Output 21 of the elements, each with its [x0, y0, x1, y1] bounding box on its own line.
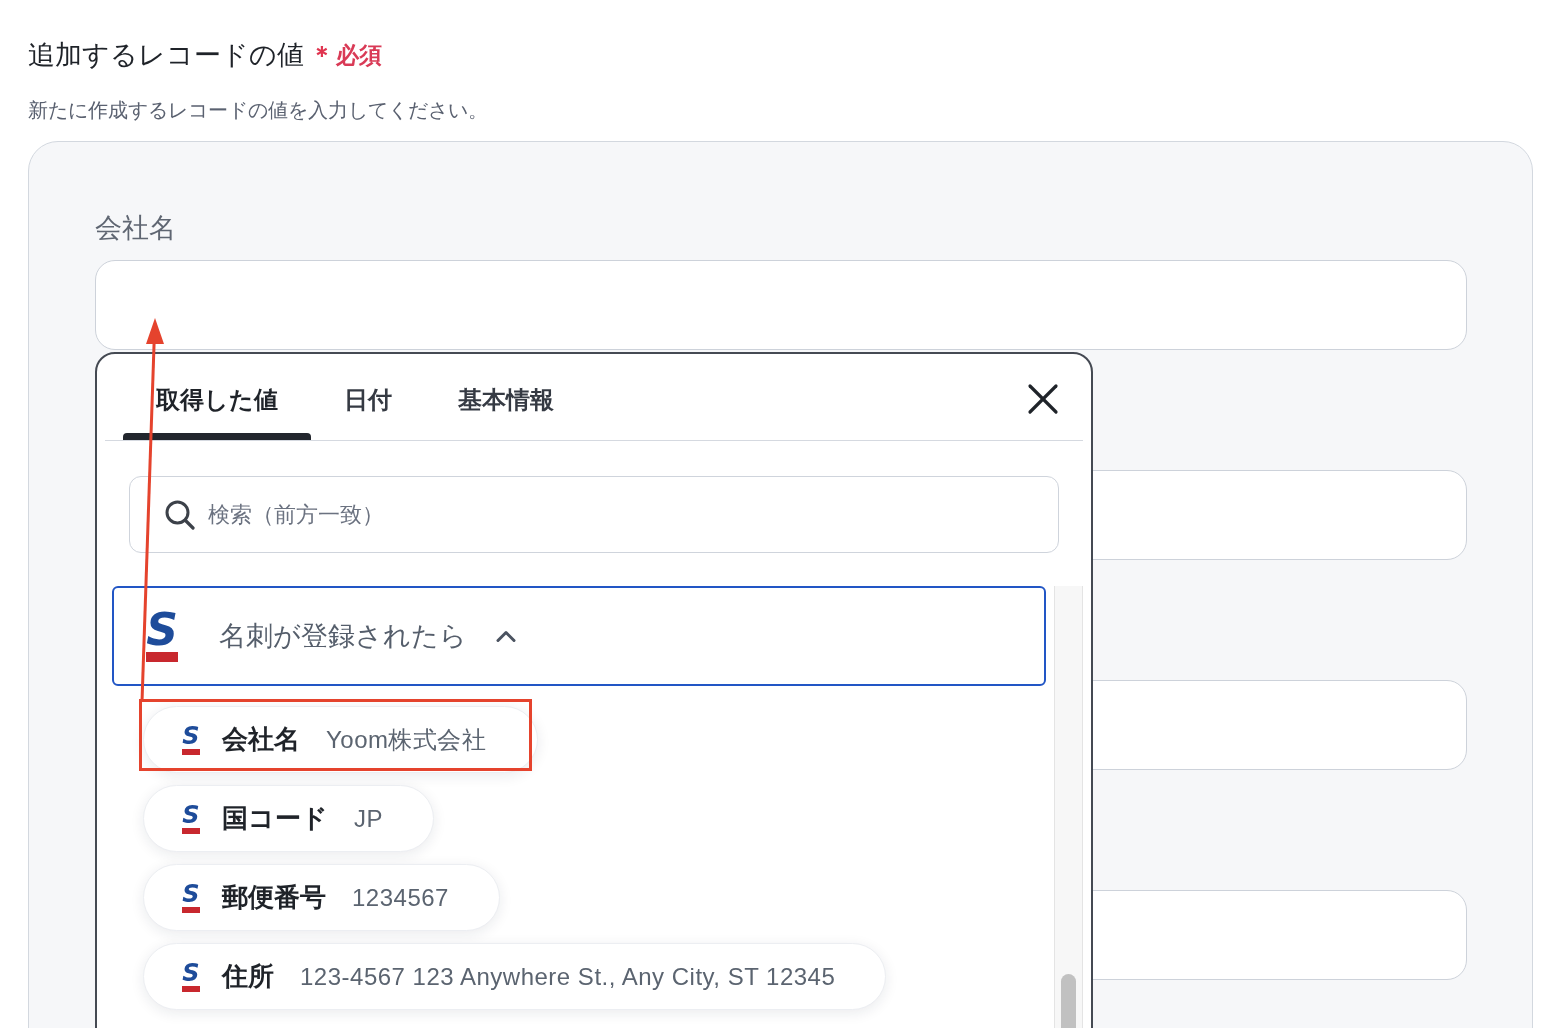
search-icon — [165, 500, 195, 530]
variable-chip[interactable]: S 郵便番号 1234567 — [143, 864, 500, 931]
app-logo: S — [146, 610, 178, 662]
required-label: 必須 — [336, 41, 382, 70]
text-input-field[interactable] — [95, 260, 1467, 350]
app-logo: S — [182, 882, 200, 913]
tab[interactable]: 日付 — [311, 354, 425, 440]
required-asterisk: ＊ — [310, 40, 334, 70]
tab[interactable]: 基本情報 — [425, 354, 587, 440]
search-field[interactable]: 検索（前方一致） — [129, 476, 1059, 553]
app-logo: S — [182, 724, 200, 755]
app-logo: S — [182, 961, 200, 992]
variable-chip[interactable]: S 会社名 Yoom株式会社 — [143, 706, 538, 773]
field-label: 会社名 — [95, 212, 176, 245]
variable-chip[interactable]: S 国コード JP — [143, 785, 434, 852]
section-title: 追加するレコードの値 — [28, 39, 304, 72]
section-description: 新たに作成するレコードの値を入力してください。 — [28, 98, 488, 123]
app-logo: S — [182, 803, 200, 834]
group-header[interactable]: S 名刺が登録されたら — [112, 586, 1046, 686]
tab[interactable]: 取得した値 — [123, 354, 311, 440]
variable-chip[interactable]: S 住所 123-4567 123 Anywhere St., Any City, ST 12345 — [143, 943, 887, 1010]
